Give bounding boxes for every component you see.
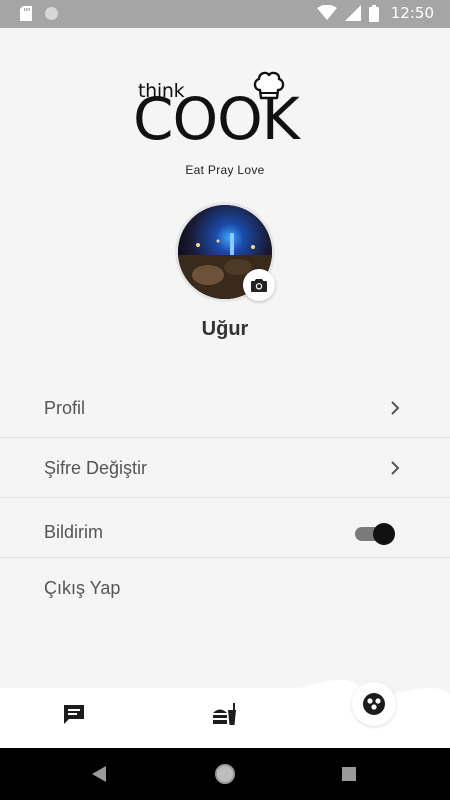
chevron-right-icon <box>391 461 400 475</box>
logo-tagline: Eat Pray Love <box>185 163 265 177</box>
toggle-knob <box>373 523 395 545</box>
chef-hat-icon <box>253 71 285 100</box>
signal-icon <box>344 5 361 21</box>
menu-item-logout[interactable]: Çıkış Yap <box>0 558 450 618</box>
status-bar: 12:50 <box>0 0 450 28</box>
menu-item-label: Çıkış Yap <box>44 578 121 598</box>
menu-item-label: Bildirim <box>44 522 104 542</box>
sd-card-icon <box>20 6 32 21</box>
recent-apps-icon[interactable] <box>342 767 356 781</box>
menu-item-label: Şifre Değiştir <box>44 458 148 478</box>
change-photo-button[interactable] <box>243 269 275 301</box>
bottom-navigation <box>0 680 450 748</box>
chevron-right-icon <box>391 401 400 415</box>
status-time: 12:50 <box>390 4 434 22</box>
profile-avatar-container <box>175 202 275 302</box>
community-button[interactable] <box>352 682 396 726</box>
settings-menu: Profil Şifre Değiştir Bildirim Çıkış Yap <box>0 378 450 618</box>
battery-icon <box>368 4 379 22</box>
chat-icon[interactable] <box>62 702 88 728</box>
app-logo: think COOK Eat Pray Love <box>130 70 320 180</box>
back-icon[interactable] <box>92 766 106 782</box>
menu-item-profile[interactable]: Profil <box>0 378 450 438</box>
community-icon <box>363 693 385 715</box>
wifi-icon <box>316 5 337 20</box>
menu-item-notifications: Bildirim <box>0 498 450 558</box>
menu-item-change-password[interactable]: Şifre Değiştir <box>0 438 450 498</box>
camera-icon <box>251 279 267 292</box>
profile-username: Uğur <box>201 318 249 340</box>
food-icon[interactable] <box>211 700 239 728</box>
menu-item-label: Profil <box>44 398 86 418</box>
notification-dot-icon <box>45 7 58 20</box>
system-navigation-bar <box>0 748 450 800</box>
home-icon[interactable] <box>215 764 235 784</box>
notification-toggle[interactable] <box>355 522 395 545</box>
